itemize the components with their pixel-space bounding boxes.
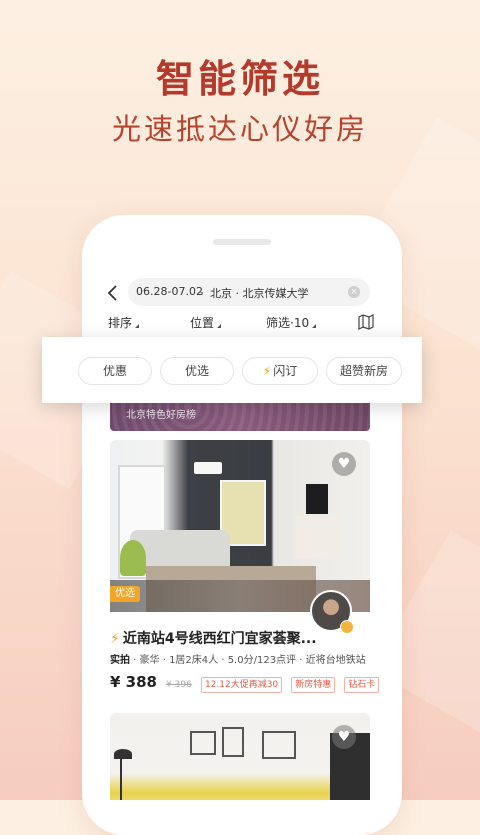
new-room-badge: 新房特惠 [291, 677, 336, 693]
phone-speaker [213, 239, 271, 245]
lightning-icon: ⚡ [110, 631, 120, 647]
lightning-icon: ⚡ [262, 364, 272, 378]
clear-icon[interactable]: × [348, 286, 360, 298]
listing-photo[interactable]: 优选 [110, 440, 370, 612]
search-bar: 06.28-07.02 北京 · 北京传媒大学 × [96, 278, 386, 308]
date-range[interactable]: 06.28-07.02 [136, 285, 203, 298]
location-text[interactable]: 北京 · 北京传媒大学 [210, 285, 309, 301]
map-icon[interactable] [358, 314, 374, 330]
favorite-heart-icon[interactable]: ♥ [332, 725, 356, 749]
listing-title-row[interactable]: ⚡ 近南站4号线西红门宜家荟聚... [110, 628, 317, 648]
promo-badge: 12.12大促再减30 [200, 677, 283, 693]
original-price: ¥ 396 [166, 680, 192, 690]
more-filter[interactable]: 筛选·10 [266, 314, 317, 331]
dropdown-icon [312, 324, 317, 328]
search-input[interactable]: 06.28-07.02 北京 · 北京传媒大学 × [128, 278, 370, 306]
price: ¥ 388 [110, 673, 157, 691]
listing-meta: 实拍 · 豪华 · 1居2床4人 · 5.0分/123点评 · 近将台地铁站 [110, 651, 366, 666]
verified-photo-label: 实拍 [110, 655, 130, 666]
hero-title: 智能筛选 [155, 57, 324, 101]
promo-banner-text: 北京特色好房榜 [126, 410, 196, 421]
favorite-heart-icon[interactable]: ♥ [332, 452, 356, 476]
hero-subtitle: 光速抵达心仪好房 [111, 112, 368, 146]
quick-filter-card: 优惠 优选 ⚡ 闪订 超赞新房 [42, 337, 422, 403]
diamond-card-badge: 钻石卡 [344, 677, 380, 693]
chip-new-rooms[interactable]: 超赞新房 [326, 357, 402, 385]
dropdown-icon [217, 324, 222, 328]
listing-photo[interactable] [110, 713, 370, 800]
chevron-left-icon[interactable] [104, 284, 122, 302]
listing-title: 近南站4号线西红门宜家荟聚... [122, 631, 317, 647]
filter-bar: 排序 位置 筛选·10 [96, 314, 386, 336]
price-row: ¥ 388 ¥ 396 12.12大促再减30 新房特惠 钻石卡 [110, 672, 380, 693]
dropdown-icon [135, 324, 140, 328]
date-dropdown-icon [200, 292, 203, 295]
host-verified-icon [340, 620, 354, 634]
chip-preferred[interactable]: 优选 [160, 357, 234, 385]
location-filter[interactable]: 位置 [190, 314, 222, 331]
listing-details: · 豪华 · 1居2床4人 · 5.0分/123点评 · 近将台地铁站 [130, 655, 366, 666]
chip-discount[interactable]: 优惠 [78, 357, 152, 385]
sort-filter[interactable]: 排序 [108, 314, 140, 331]
preferred-badge: 优选 [110, 586, 140, 602]
chip-instant-book[interactable]: ⚡ 闪订 [242, 357, 318, 385]
